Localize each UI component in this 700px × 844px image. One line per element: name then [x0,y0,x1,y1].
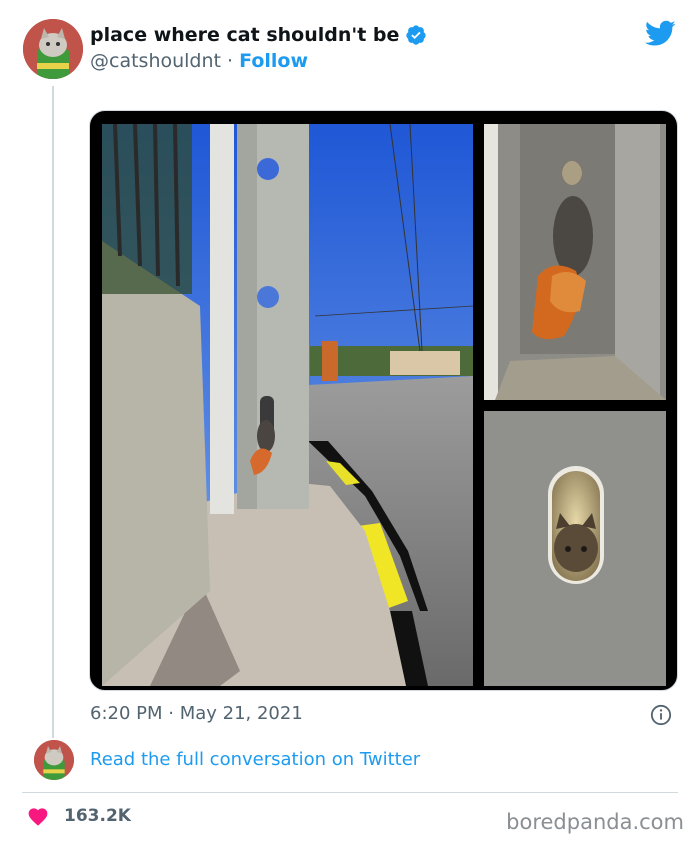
tweet-timestamp[interactable]: 6:20 PM · May 21, 2021 [90,703,303,724]
footer-divider [22,792,678,793]
watermark-brand: boredpanda.com [506,810,684,834]
like-count: 163.2K [64,806,131,826]
author-display-name[interactable]: place where cat shouldn't be [90,24,399,46]
info-icon[interactable] [650,704,672,726]
thread-line [52,86,54,738]
media-photo-street[interactable] [102,123,474,686]
reply-avatar[interactable] [34,740,74,780]
verified-badge-icon [406,25,426,45]
profile-avatar[interactable] [23,19,83,79]
media-photo-peek[interactable] [484,411,666,686]
author-handle[interactable]: @catshouldnt [90,50,221,72]
author-handle-row: @catshouldnt · Follow [90,50,308,72]
separator-dot: · [227,50,234,72]
follow-button[interactable]: Follow [239,50,308,72]
twitter-bird-icon[interactable] [645,20,676,47]
heart-icon[interactable] [27,806,49,826]
tweet-media-grid[interactable] [89,110,678,691]
media-photo-kittens[interactable] [484,124,666,400]
read-conversation-link[interactable]: Read the full conversation on Twitter [90,749,420,770]
author-name-row[interactable]: place where cat shouldn't be [90,24,427,46]
